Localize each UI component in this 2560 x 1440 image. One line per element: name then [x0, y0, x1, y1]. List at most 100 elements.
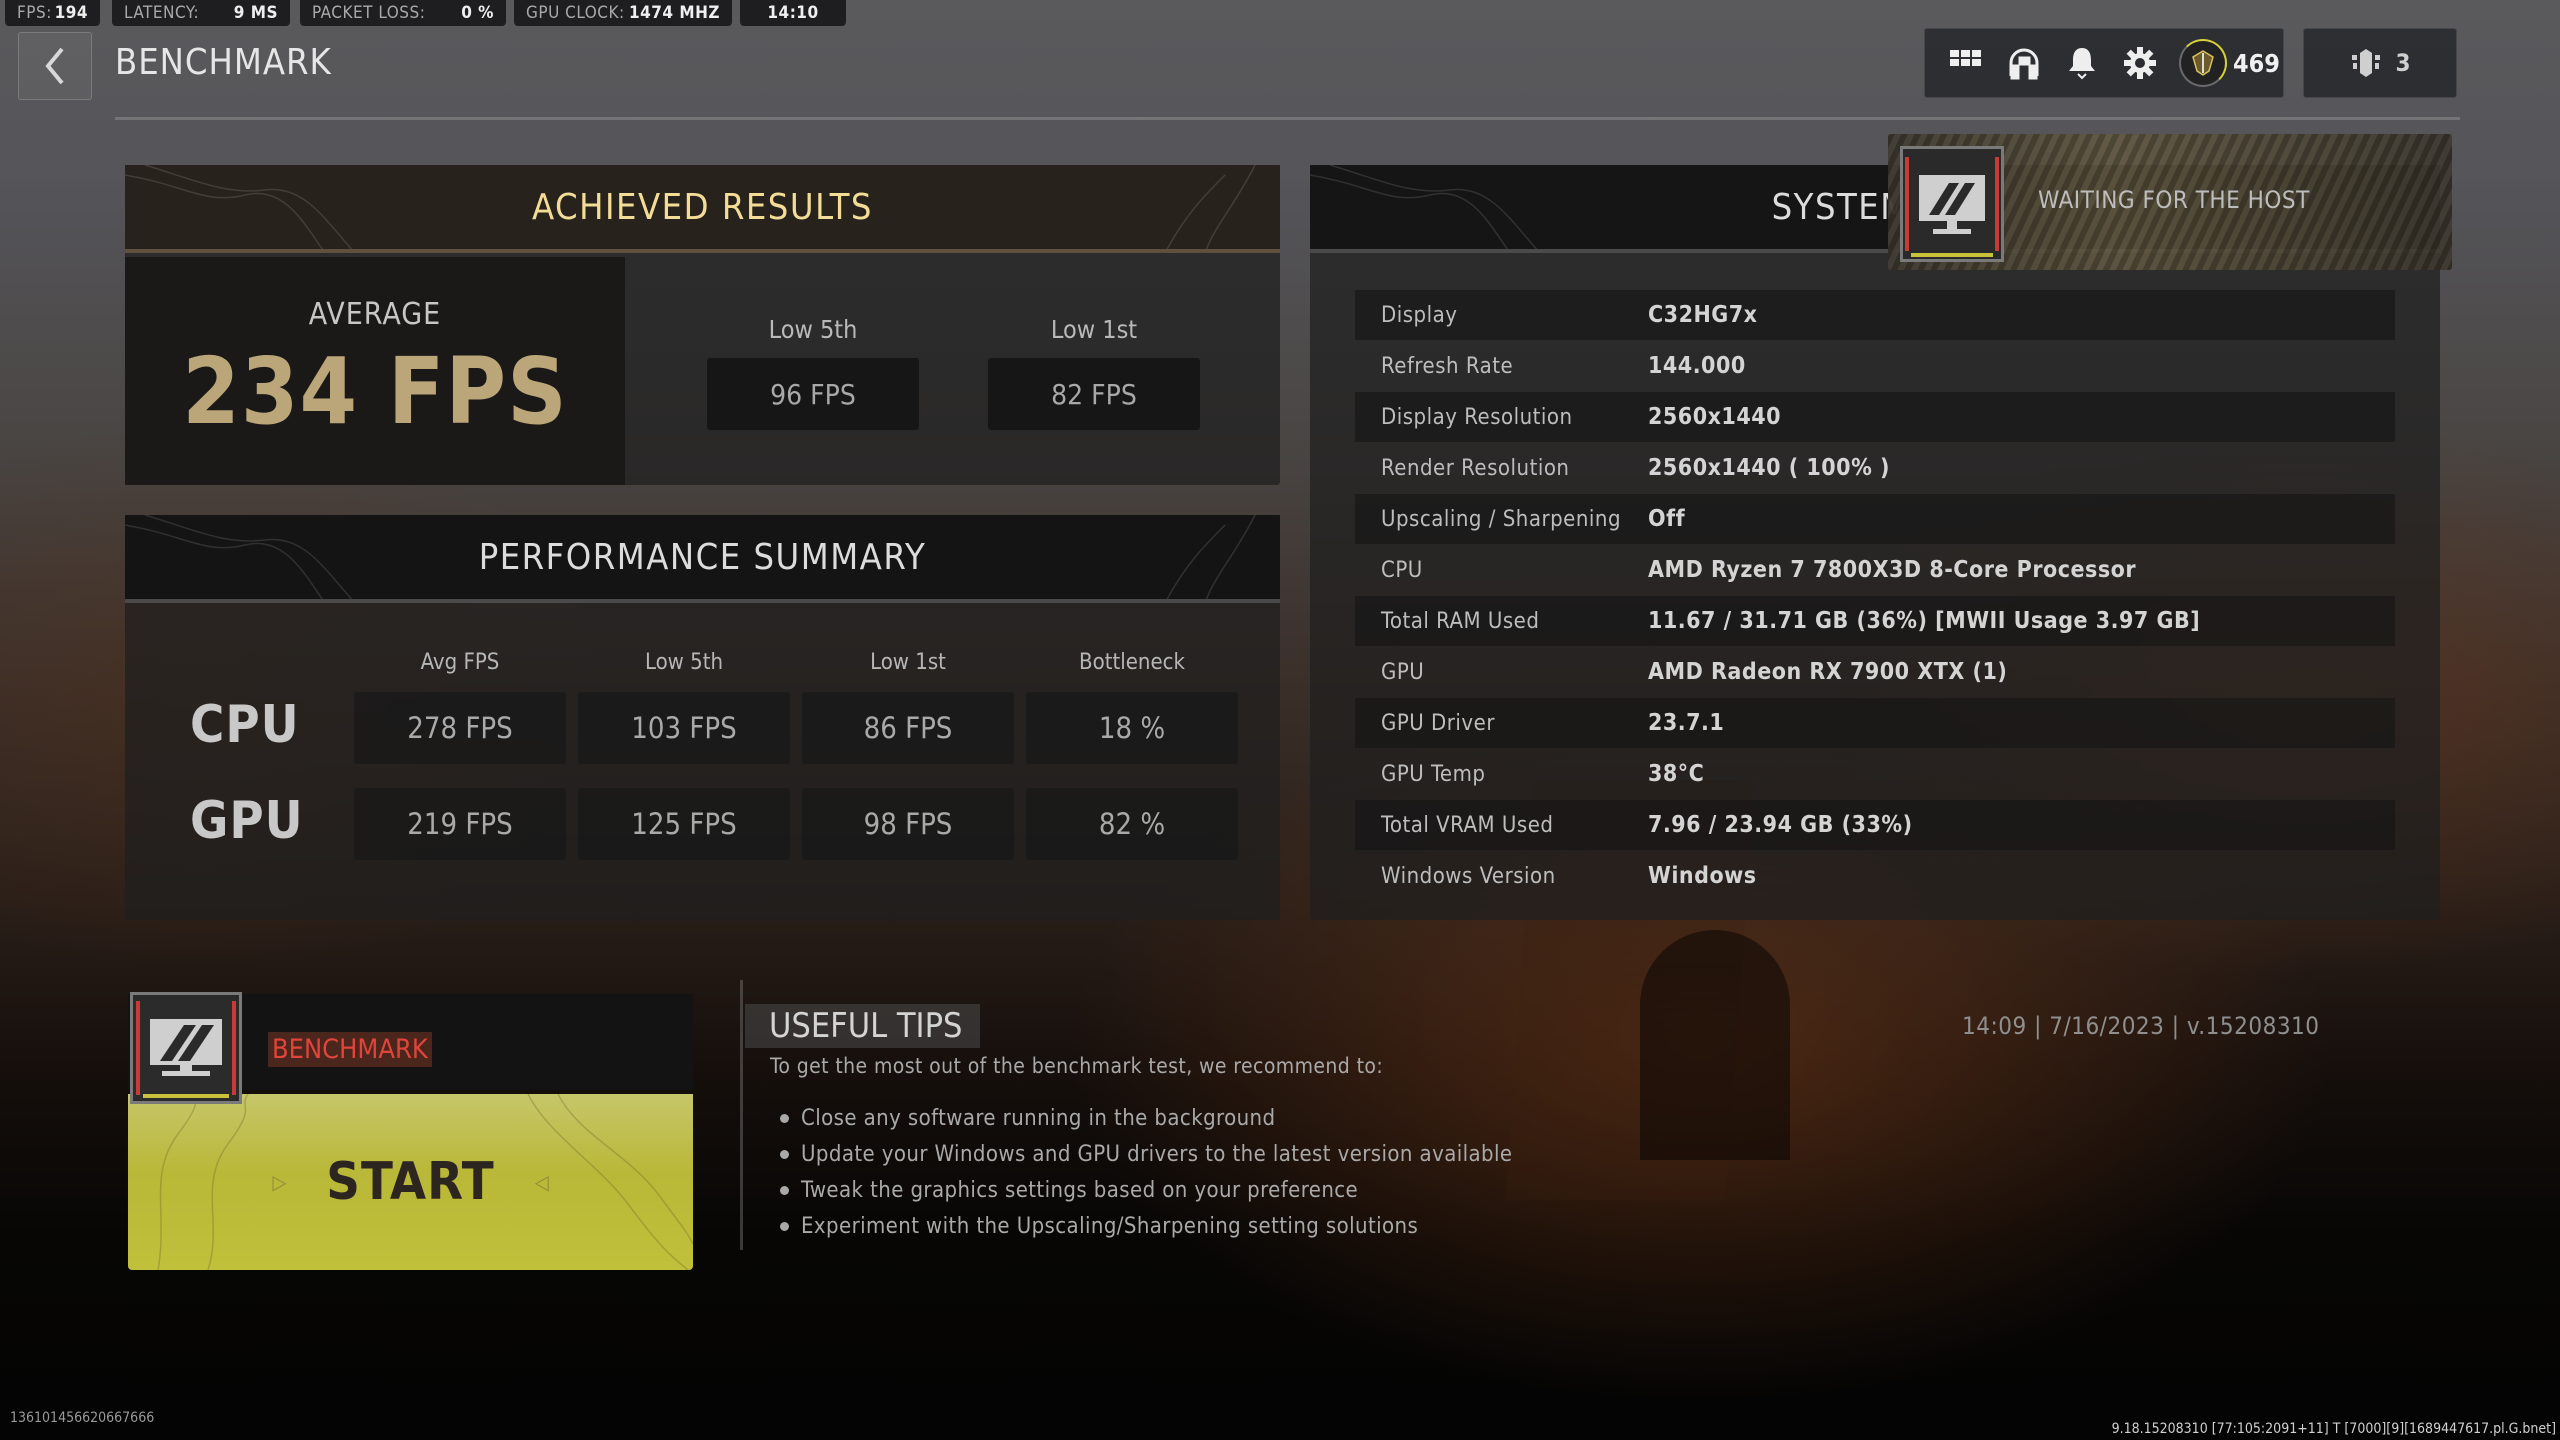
latency-stat-value: 9 MS	[233, 3, 278, 23]
tip-text: Tweak the graphics settings based on you…	[801, 1177, 1359, 1203]
tip-text: Experiment with the Upscaling/Sharpening…	[801, 1213, 1419, 1239]
system-info-label: Refresh Rate	[1381, 353, 1514, 379]
col-head-low-5th: Low 5th	[644, 650, 724, 675]
system-info-card: SYSTEM INF Display C32HG7x Refresh Rate 144…	[1310, 165, 2440, 920]
gpu-clock-stat-label: GPU CLOCK:	[526, 3, 625, 23]
system-info-label: Windows Version	[1381, 863, 1556, 889]
gpu-clock-stat: GPU CLOCK: 1474 MHZ	[514, 0, 732, 26]
party-button[interactable]: 3	[2303, 28, 2457, 98]
tip-item: Close any software running in the backgr…	[780, 1100, 1513, 1136]
low-5th-value: 96 FPS	[707, 358, 919, 430]
performance-summary-card: PERFORMANCE SUMMARY Avg FPS Low 5th Low …	[125, 515, 1280, 920]
system-info-value: 38°C	[1648, 761, 1705, 787]
col-head-avg-fps: Avg FPS	[420, 650, 500, 675]
top-toolbar: 469	[1924, 28, 2284, 98]
tips-intro: To get the most out of the benchmark tes…	[770, 1054, 1384, 1078]
tip-text: Close any software running in the backgr…	[801, 1105, 1276, 1131]
cpu-low-1st: 86 FPS	[802, 692, 1014, 764]
packet-loss-stat: PACKET LOSS: 0 %	[300, 0, 506, 26]
prestige-level[interactable]: 469	[2179, 39, 2280, 87]
system-info-value: 11.67 / 31.71 GB (36%) [MWII Usage 3.97 …	[1648, 608, 2201, 634]
average-fps-block: AVERAGE 234 FPS	[125, 257, 625, 485]
benchmark-emblem-icon	[130, 992, 242, 1104]
system-info-value: 144.000	[1648, 353, 1746, 379]
system-info-value: 7.96 / 23.94 GB (33%)	[1648, 812, 1913, 838]
system-info-label: Total RAM Used	[1381, 608, 1540, 634]
system-info-label: GPU Driver	[1381, 710, 1495, 736]
system-info-row: CPU AMD Ryzen 7 7800X3D 8-Core Processor	[1355, 545, 2395, 595]
cpu-low-5th: 103 FPS	[578, 692, 790, 764]
system-info-row: Refresh Rate 144.000	[1355, 341, 2395, 391]
performance-summary-title: PERFORMANCE SUMMARY	[478, 536, 927, 578]
tip-item: Tweak the graphics settings based on you…	[780, 1172, 1513, 1208]
session-id: 136101456620667666	[10, 1410, 155, 1426]
system-info-row: Total RAM Used 11.67 / 31.71 GB (36%) [MW…	[1355, 596, 2395, 646]
background-arch	[1640, 930, 1790, 1160]
start-button[interactable]: ▷ START ◁	[128, 1094, 693, 1270]
system-info-row: GPU AMD Radeon RX 7900 XTX (1)	[1355, 647, 2395, 697]
packet-loss-stat-value: 0 %	[461, 3, 494, 23]
grid-menu-button[interactable]	[1937, 38, 1995, 88]
benchmark-mode-tag: BENCHMARK	[268, 1032, 432, 1067]
system-info-row: GPU Temp 38°C	[1355, 749, 2395, 799]
system-info-label: CPU	[1381, 557, 1423, 583]
arrow-right-icon: ▷	[272, 1170, 287, 1194]
host-status: WAITING FOR THE HOST	[2038, 186, 2310, 214]
low-5th-block: Low 5th 96 FPS	[707, 257, 919, 485]
system-info-value: 23.7.1	[1648, 710, 1725, 736]
row-label-gpu: GPU	[190, 791, 304, 851]
system-info-value: AMD Ryzen 7 7800X3D 8-Core Processor	[1648, 557, 2137, 583]
cpu-bottleneck: 18 %	[1026, 692, 1238, 764]
tips-list: Close any software running in the backgr…	[780, 1100, 1513, 1244]
lobby-host-card[interactable]: WAITING FOR THE HOST	[1888, 134, 2452, 270]
low-1st-value: 82 FPS	[988, 358, 1200, 430]
system-info-value: Off	[1648, 506, 1686, 532]
average-label: AVERAGE	[308, 297, 442, 332]
bullet-icon	[780, 1149, 789, 1159]
prestige-level-value: 469	[2233, 48, 2280, 78]
col-head-low-1st: Low 1st	[870, 650, 946, 675]
fps-stat-label: FPS:	[17, 3, 52, 23]
gpu-avg-fps: 219 FPS	[354, 788, 566, 860]
timestamp-version: 14:09 | 7/16/2023 | v.15208310	[1962, 1012, 2320, 1040]
back-button[interactable]	[18, 32, 92, 100]
bullet-icon	[780, 1185, 789, 1195]
tip-text: Update your Windows and GPU drivers to t…	[801, 1141, 1513, 1167]
latency-stat: LATENCY: 9 MS	[112, 0, 290, 26]
packet-loss-stat-label: PACKET LOSS:	[312, 3, 426, 23]
start-label: START	[326, 1152, 495, 1212]
system-info-row: Display C32HG7x	[1355, 290, 2395, 340]
fps-stat-value: 194	[54, 3, 88, 23]
row-label-cpu: CPU	[190, 695, 300, 755]
system-info-label: Display	[1381, 302, 1458, 328]
achieved-results-header: ACHIEVED RESULTS	[125, 165, 1280, 253]
party-count: 3	[2395, 49, 2411, 77]
achieved-results-title: ACHIEVED RESULTS	[531, 186, 873, 228]
headset-icon	[2009, 48, 2039, 80]
page-title: BENCHMARK	[115, 42, 332, 83]
tip-item: Experiment with the Upscaling/Sharpening…	[780, 1208, 1513, 1244]
grid-menu-icon	[1950, 50, 1981, 66]
system-info-row: GPU Driver 23.7.1	[1355, 698, 2395, 748]
col-head-bottleneck: Bottleneck	[1079, 650, 1185, 675]
performance-summary-header: PERFORMANCE SUMMARY	[125, 515, 1280, 603]
benchmark-emblem-icon	[1900, 146, 2004, 262]
system-info-row: Upscaling / Sharpening Off	[1355, 494, 2395, 544]
party-members-icon	[2352, 49, 2381, 77]
fps-stat: FPS: 194	[5, 0, 100, 26]
low-5th-label: Low 5th	[768, 315, 858, 344]
clock-stat: 14:10	[740, 0, 846, 26]
tips-divider	[740, 980, 743, 1250]
system-info-row: Total VRAM Used 7.96 / 23.94 GB (33%)	[1355, 800, 2395, 850]
benchmark-start-card: BENCHMARK ▷ START ◁	[128, 980, 693, 1270]
build-info: 9.18.15208310 [77:105:2091+11] T [7000][…	[2111, 1421, 2556, 1437]
settings-button[interactable]	[2111, 38, 2169, 88]
notifications-button[interactable]	[2053, 38, 2111, 88]
gpu-low-5th: 125 FPS	[578, 788, 790, 860]
system-info-label: GPU	[1381, 659, 1425, 685]
average-fps-value: 234 FPS	[182, 338, 568, 445]
system-info-value: C32HG7x	[1648, 302, 1758, 328]
system-info-label: Display Resolution	[1381, 404, 1573, 430]
social-button[interactable]	[1995, 38, 2053, 88]
bullet-icon	[780, 1221, 789, 1231]
